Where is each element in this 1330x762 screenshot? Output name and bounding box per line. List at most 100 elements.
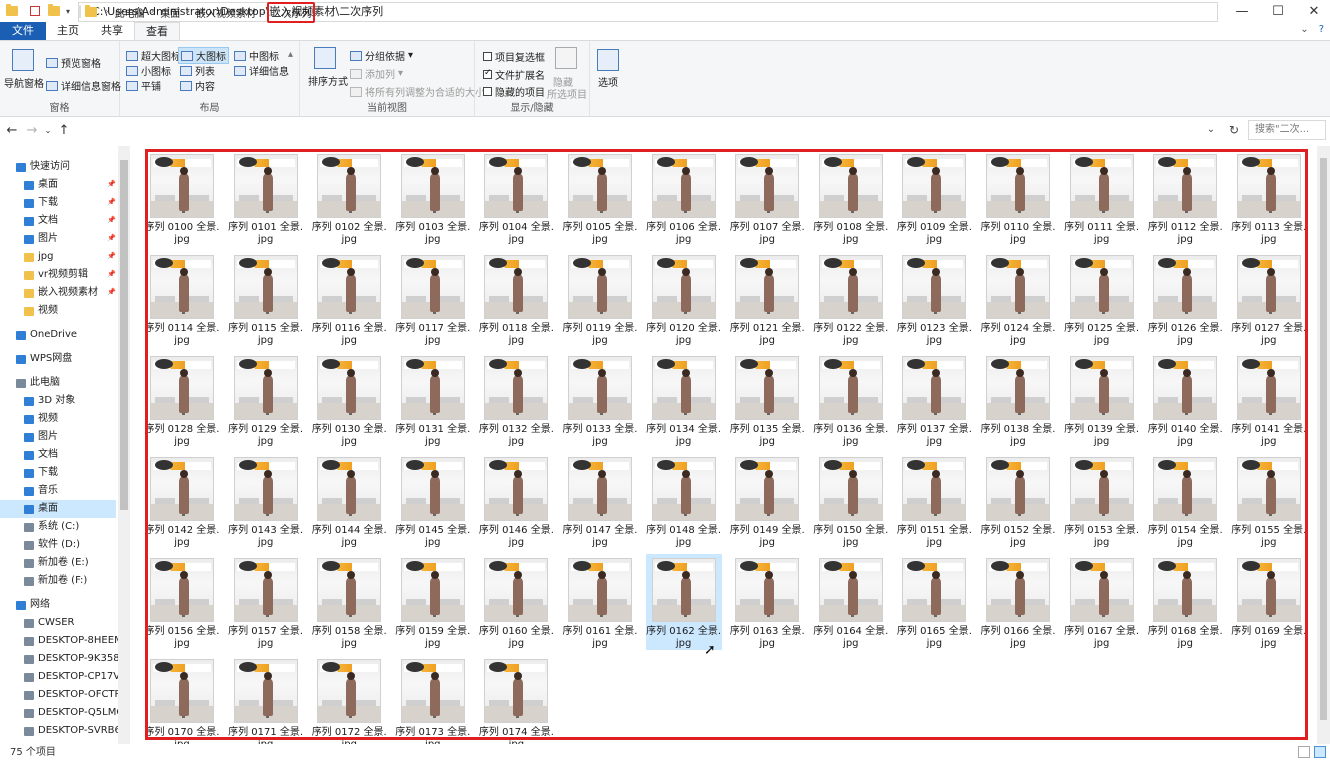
file-item[interactable]: 序列 0105 全景. jpg: [562, 150, 638, 246]
pin-icon[interactable]: 📌: [107, 252, 116, 260]
file-item[interactable]: 序列 0137 全景. jpg: [896, 352, 972, 448]
options-button[interactable]: 选项: [598, 74, 618, 89]
nav-this-pc[interactable]: 此电脑: [0, 374, 60, 392]
file-item[interactable]: 序列 0167 全景. jpg: [1064, 554, 1140, 650]
file-item[interactable]: 序列 0159 全景. jpg: [395, 554, 471, 650]
file-item[interactable]: 序列 0156 全景. jpg: [144, 554, 220, 650]
file-item[interactable]: 序列 0100 全景. jpg: [144, 150, 220, 246]
breadcrumb-embed-folder[interactable]: 嵌入视频素材: [192, 5, 260, 20]
nav-pc-item[interactable]: 桌面: [0, 500, 116, 518]
file-item[interactable]: 序列 0115 全景. jpg: [228, 251, 304, 347]
file-ext-toggle[interactable]: 文件扩展名: [483, 67, 545, 82]
nav-quick-item[interactable]: 桌面: [0, 176, 58, 194]
nav-network-item[interactable]: DESKTOP-8HEEM9: [0, 632, 129, 650]
pin-icon[interactable]: 📌: [107, 180, 116, 188]
layout-medium[interactable]: 中图标: [234, 48, 279, 63]
nav-network-item[interactable]: DESKTOP-CP17VB: [0, 668, 127, 686]
nav-pc-item[interactable]: 3D 对象: [0, 392, 75, 410]
refresh-icon[interactable]: ↻: [1226, 120, 1242, 140]
expand-ribbon-icon[interactable]: ⌄: [1300, 24, 1308, 35]
file-item[interactable]: 序列 0152 全景. jpg: [980, 453, 1056, 549]
file-item[interactable]: 序列 0173 全景.jpg: [395, 655, 471, 744]
file-item[interactable]: 序列 0144 全景. jpg: [311, 453, 387, 549]
breadcrumb-this-pc[interactable]: 此电脑: [111, 5, 149, 20]
details-view-icon[interactable]: [1298, 746, 1310, 758]
content-scrollbar-thumb[interactable]: [1320, 158, 1327, 720]
nav-pc-item[interactable]: 图片: [0, 428, 58, 446]
file-item[interactable]: 序列 0131 全景. jpg: [395, 352, 471, 448]
file-item[interactable]: 序列 0157 全景. jpg: [228, 554, 304, 650]
nav-pc-item[interactable]: 音乐: [0, 482, 58, 500]
file-item[interactable]: 序列 0121 全景. jpg: [729, 251, 805, 347]
pin-icon[interactable]: 📌: [107, 234, 116, 242]
nav-network-item[interactable]: DESKTOP-9K358EI: [0, 650, 129, 668]
sort-button[interactable]: 排序方式: [308, 73, 348, 88]
file-item[interactable]: 序列 0123 全景. jpg: [896, 251, 972, 347]
file-item[interactable]: 序列 0135 全景. jpg: [729, 352, 805, 448]
file-item[interactable]: 序列 0116 全景. jpg: [311, 251, 387, 347]
nav-pc-item[interactable]: 新加卷 (E:): [0, 554, 89, 572]
file-item[interactable]: 序列 0171 全景.jpg: [228, 655, 304, 744]
file-item[interactable]: 序列 0120 全景. jpg: [646, 251, 722, 347]
pin-icon[interactable]: 📌: [107, 198, 116, 206]
layout-large[interactable]: 大图标: [178, 47, 229, 64]
recent-dropdown-icon[interactable]: ⌄: [44, 126, 52, 135]
file-item[interactable]: 序列 0106 全景. jpg: [646, 150, 722, 246]
nav-quick-item[interactable]: 嵌入视频素材: [0, 284, 98, 302]
file-item[interactable]: 序列 0132 全景. jpg: [478, 352, 554, 448]
file-item[interactable]: 序列 0151 全景. jpg: [896, 453, 972, 549]
nav-pane-button[interactable]: 导航窗格: [4, 75, 44, 90]
tab-file[interactable]: 文件: [0, 22, 46, 40]
item-checkbox-toggle[interactable]: 项目复选框: [483, 49, 545, 64]
file-item[interactable]: 序列 0119 全景. jpg: [562, 251, 638, 347]
hidden-items-toggle[interactable]: 隐藏的项目: [483, 84, 545, 99]
address-bar[interactable]: › 此电脑 › 桌面 › 嵌入视频素材 › 二次序列: [78, 1, 1218, 23]
nav-pc-item[interactable]: 文档: [0, 446, 58, 464]
nav-network-item[interactable]: CWSER: [0, 614, 74, 632]
file-item[interactable]: 序列 0142 全景. jpg: [144, 453, 220, 549]
pin-icon[interactable]: 📌: [107, 270, 116, 278]
file-item[interactable]: 序列 0166 全景. jpg: [980, 554, 1056, 650]
nav-pc-item[interactable]: 新加卷 (F:): [0, 572, 87, 590]
file-item[interactable]: 序列 0118 全景. jpg: [478, 251, 554, 347]
file-item[interactable]: 序列 0164 全景. jpg: [813, 554, 889, 650]
file-item[interactable]: 序列 0155 全景. jpg: [1231, 453, 1307, 549]
close-button[interactable]: ✕: [1296, 0, 1330, 22]
breadcrumb-separator[interactable]: ›: [260, 7, 268, 17]
file-item[interactable]: 序列 0133 全景. jpg: [562, 352, 638, 448]
breadcrumb-separator[interactable]: ›: [184, 7, 192, 17]
file-item[interactable]: 序列 0165 全景. jpg: [896, 554, 972, 650]
new-folder-icon[interactable]: [48, 4, 60, 16]
nav-onedrive[interactable]: OneDrive: [0, 326, 77, 344]
file-item[interactable]: 序列 0127 全景. jpg: [1231, 251, 1307, 347]
nav-pc-item[interactable]: 系统 (C:): [0, 518, 79, 536]
file-item[interactable]: 序列 0107 全景. jpg: [729, 150, 805, 246]
file-item[interactable]: 序列 0148 全景. jpg: [646, 453, 722, 549]
search-input[interactable]: 搜索"二次...: [1248, 120, 1326, 140]
file-item[interactable]: 序列 0103 全景. jpg: [395, 150, 471, 246]
nav-scrollbar-thumb[interactable]: [120, 160, 128, 510]
breadcrumb-separator[interactable]: ›: [149, 7, 157, 17]
add-column-button[interactable]: 添加列 ▾: [350, 66, 403, 81]
nav-network[interactable]: 网络: [0, 596, 50, 614]
file-item[interactable]: 序列 0109 全景. jpg: [896, 150, 972, 246]
file-item[interactable]: 序列 0146 全景. jpg: [478, 453, 554, 549]
checkbox[interactable]: [483, 52, 492, 61]
file-item[interactable]: 序列 0134 全景. jpg: [646, 352, 722, 448]
pin-icon[interactable]: 📌: [107, 288, 116, 296]
layout-list[interactable]: 列表: [180, 63, 215, 78]
layout-tiles[interactable]: 平铺: [126, 78, 161, 93]
back-arrow-icon[interactable]: ←: [4, 123, 20, 138]
nav-quick-item[interactable]: 文档: [0, 212, 58, 230]
file-item[interactable]: 序列 0130 全景. jpg: [311, 352, 387, 448]
nav-pc-item[interactable]: 视频: [0, 410, 58, 428]
minimize-button[interactable]: —: [1224, 0, 1260, 22]
details-pane-button[interactable]: 详细信息窗格: [46, 78, 121, 93]
file-item[interactable]: 序列 0138 全景. jpg: [980, 352, 1056, 448]
file-item[interactable]: 序列 0113 全景. jpg: [1231, 150, 1307, 246]
layout-extra-large[interactable]: 超大图标: [126, 48, 181, 63]
file-item[interactable]: 序列 0112 全景. jpg: [1147, 150, 1223, 246]
file-item[interactable]: 序列 0147 全景. jpg: [562, 453, 638, 549]
file-item[interactable]: 序列 0158 全景. jpg: [311, 554, 387, 650]
file-item[interactable]: 序列 0143 全景. jpg: [228, 453, 304, 549]
